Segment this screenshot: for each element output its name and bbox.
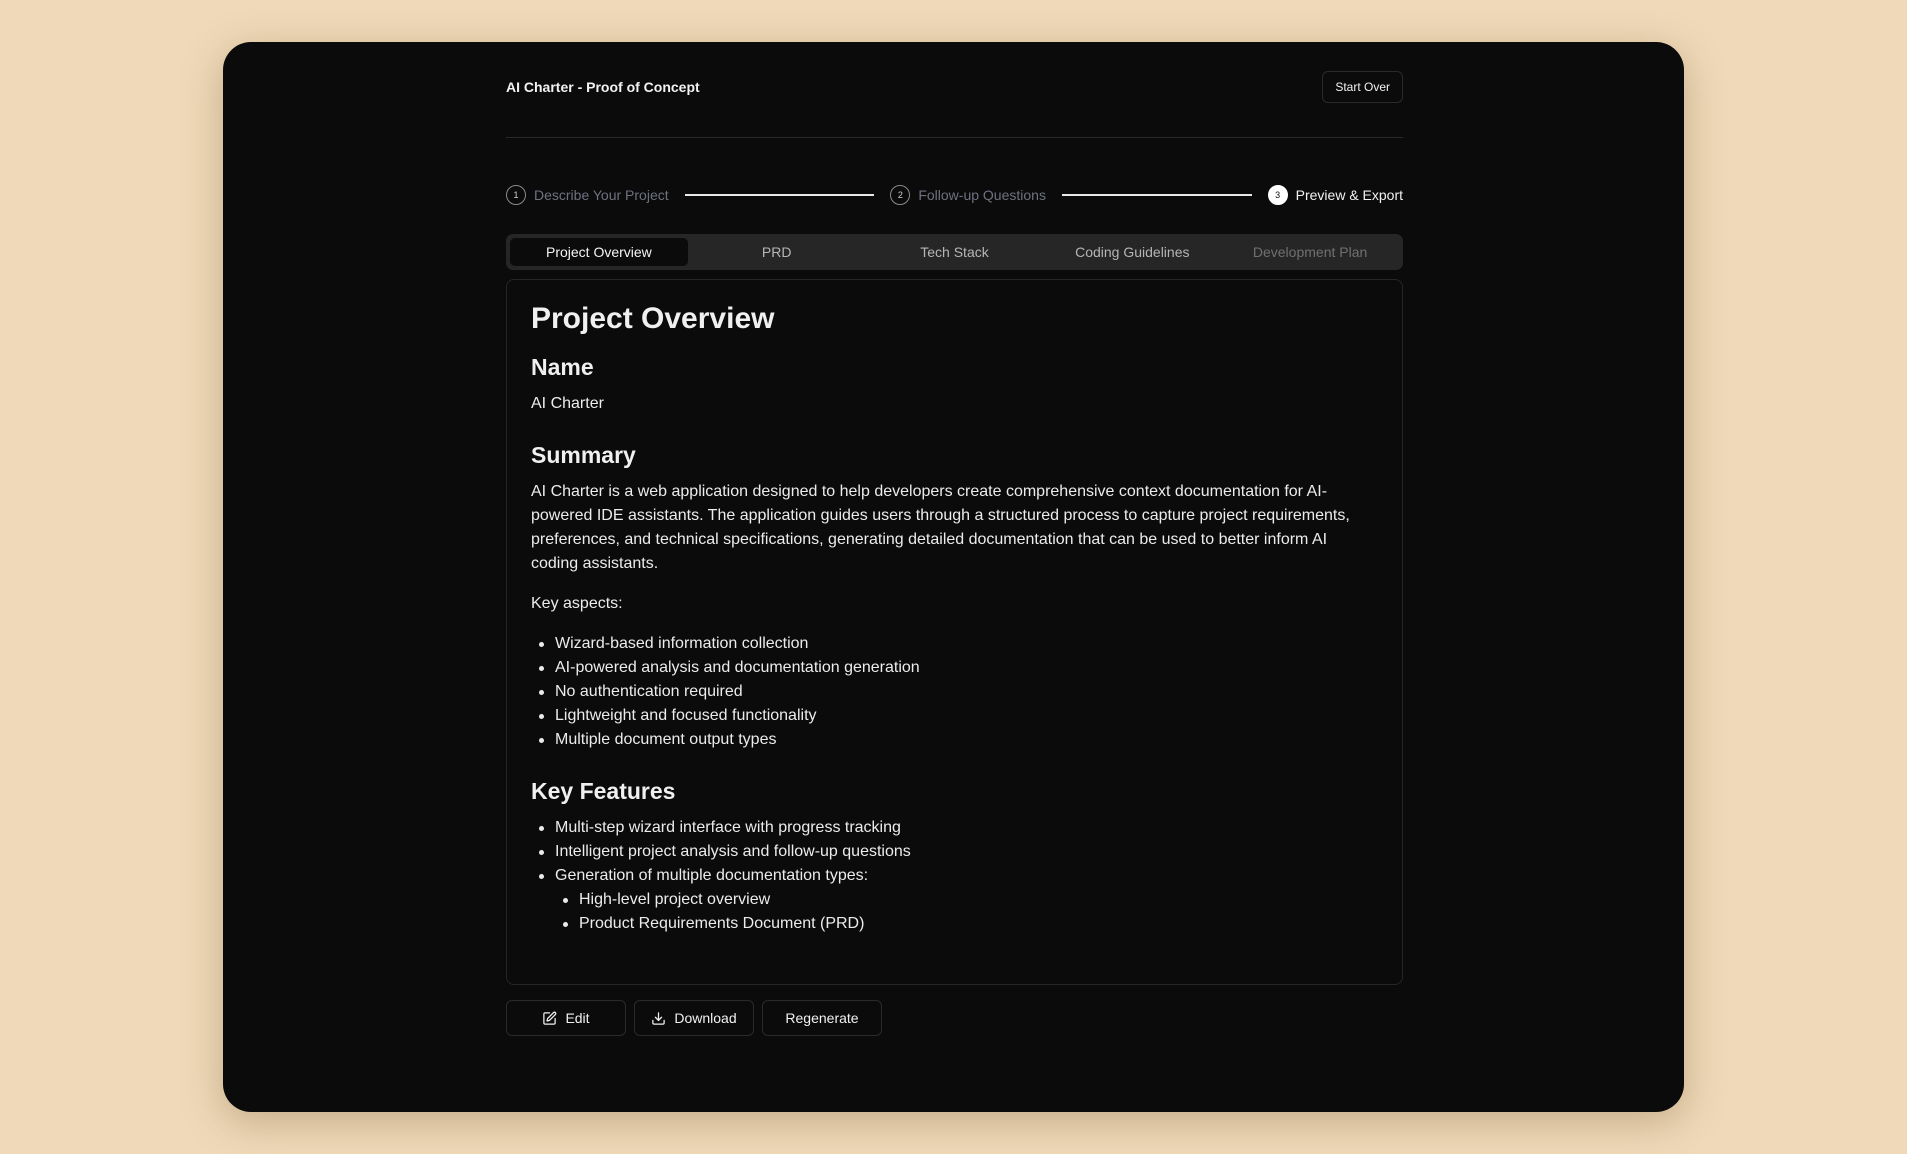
key-aspects-list: Wizard-based information collection AI-p… bbox=[531, 632, 1378, 752]
step-label: Preview & Export bbox=[1295, 187, 1404, 203]
list-item: No authentication required bbox=[531, 680, 1378, 704]
document-content: Project Overview Name AI Charter Summary… bbox=[531, 300, 1378, 952]
key-features-list: Multi-step wizard interface with progres… bbox=[531, 816, 1378, 936]
tab-tech-stack[interactable]: Tech Stack bbox=[866, 238, 1044, 266]
list-item: Product Requirements Document (PRD) bbox=[555, 912, 1378, 936]
list-item-text: Generation of multiple documentation typ… bbox=[555, 867, 869, 884]
document-preview-card: Project Overview Name AI Charter Summary… bbox=[506, 279, 1403, 985]
step-connector bbox=[684, 194, 875, 196]
key-features-heading: Key Features bbox=[531, 778, 676, 804]
list-item: High-level project overview bbox=[555, 888, 1378, 912]
tab-development-plan[interactable]: Development Plan bbox=[1221, 238, 1399, 266]
regenerate-button[interactable]: Regenerate bbox=[762, 1000, 882, 1036]
download-icon bbox=[652, 1011, 666, 1025]
name-heading: Name bbox=[531, 354, 594, 380]
step-number-badge: 1 bbox=[506, 185, 526, 205]
download-button[interactable]: Download bbox=[634, 1000, 754, 1036]
key-aspects-label: Key aspects: bbox=[531, 595, 623, 612]
app-window: AI Charter - Proof of Concept Start Over… bbox=[223, 42, 1684, 1112]
step-label: Describe Your Project bbox=[534, 187, 669, 203]
step-describe-project[interactable]: 1 Describe Your Project bbox=[506, 185, 669, 205]
start-over-button[interactable]: Start Over bbox=[1322, 71, 1403, 103]
step-preview-export[interactable]: 3 Preview & Export bbox=[1267, 185, 1404, 205]
list-item: Wizard-based information collection bbox=[531, 632, 1378, 656]
edit-button[interactable]: Edit bbox=[506, 1000, 626, 1036]
list-item: Generation of multiple documentation typ… bbox=[531, 864, 1378, 936]
list-item: Multi-step wizard interface with progres… bbox=[531, 816, 1378, 840]
list-item: AI-powered analysis and documentation ge… bbox=[531, 656, 1378, 680]
list-item: Intelligent project analysis and follow-… bbox=[531, 840, 1378, 864]
step-label: Follow-up Questions bbox=[918, 187, 1046, 203]
summary-text: AI Charter is a web application designed… bbox=[531, 483, 1350, 572]
step-number-badge: 3 bbox=[1267, 185, 1288, 205]
tab-prd[interactable]: PRD bbox=[688, 238, 866, 266]
tab-coding-guidelines[interactable]: Coding Guidelines bbox=[1043, 238, 1221, 266]
document-tabs: Project Overview PRD Tech Stack Coding G… bbox=[506, 234, 1403, 270]
list-item: Multiple document output types bbox=[531, 728, 1378, 752]
list-item: Lightweight and focused functionality bbox=[531, 704, 1378, 728]
documentation-types-list: High-level project overview Product Requ… bbox=[555, 888, 1378, 936]
step-follow-up-questions[interactable]: 2 Follow-up Questions bbox=[890, 185, 1046, 205]
document-title: Project Overview bbox=[531, 302, 775, 335]
step-number-badge: 2 bbox=[890, 185, 911, 205]
edit-label: Edit bbox=[565, 1010, 590, 1026]
project-name: AI Charter bbox=[531, 395, 604, 412]
main-container: AI Charter - Proof of Concept Start Over… bbox=[506, 42, 1403, 1036]
tab-project-overview[interactable]: Project Overview bbox=[510, 238, 688, 266]
app-header: AI Charter - Proof of Concept Start Over bbox=[506, 42, 1403, 138]
step-connector bbox=[1061, 194, 1252, 196]
summary-heading: Summary bbox=[531, 442, 636, 468]
progress-stepper: 1 Describe Your Project 2 Follow-up Ques… bbox=[506, 184, 1403, 206]
edit-icon bbox=[543, 1011, 557, 1025]
action-bar: Edit Download Regenerate bbox=[506, 1000, 1403, 1036]
download-label: Download bbox=[674, 1010, 737, 1026]
app-title: AI Charter - Proof of Concept bbox=[506, 79, 700, 95]
